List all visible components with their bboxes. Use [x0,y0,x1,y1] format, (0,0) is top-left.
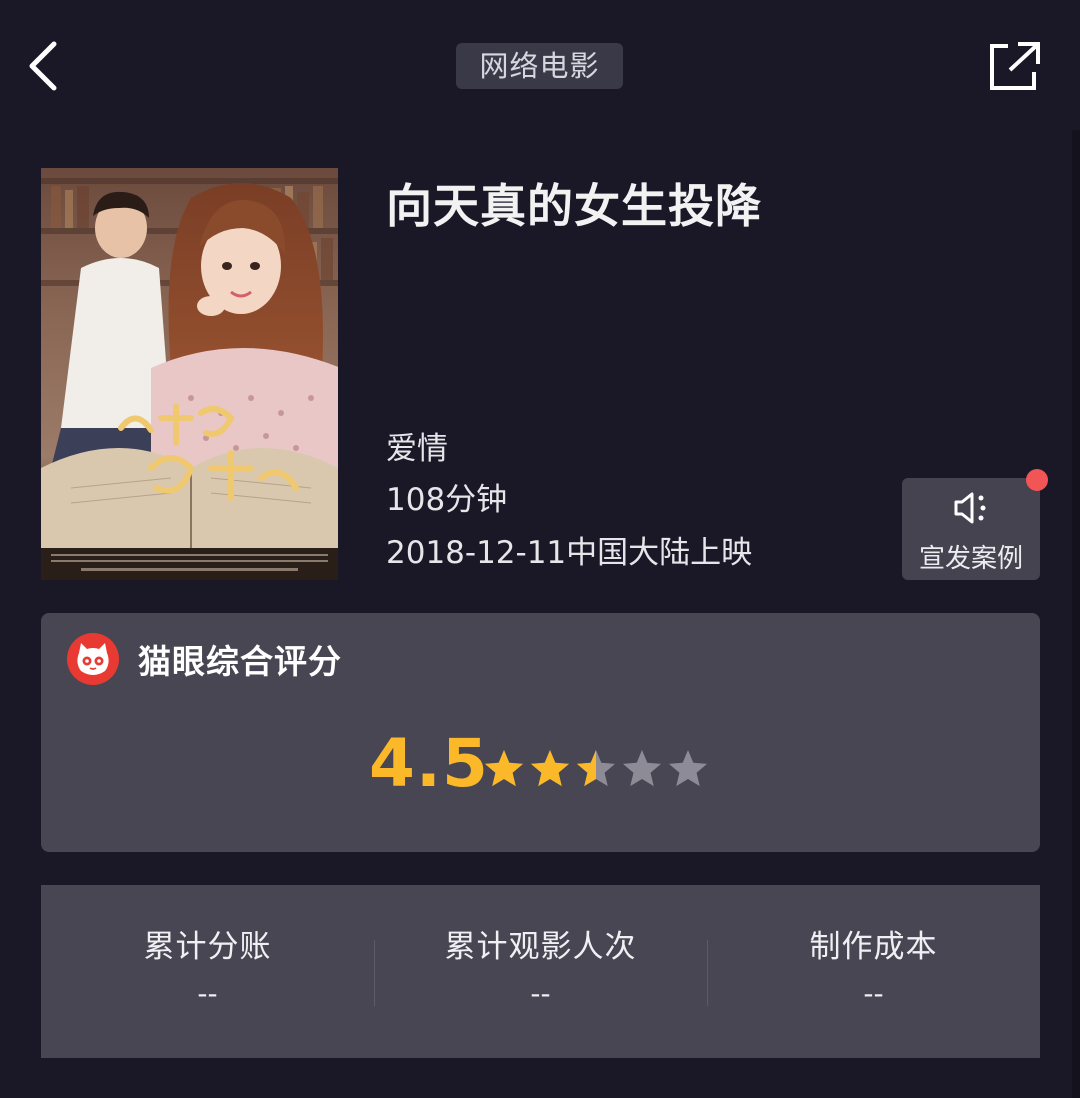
movie-title: 向天真的女生投降 [386,179,762,233]
movie-genre: 爱情 [386,431,448,467]
stat-total-revenue[interactable]: 累计分账 -- [41,885,374,1058]
rating-score: 4.5 [369,725,489,802]
maoyan-cat-icon [67,633,119,685]
movie-detail-page: 网络电影 向天真的女生投降 爱情 108分钟 2018-12-11中国大陆上映 … [0,0,1080,1098]
notification-dot [1026,469,1048,491]
movie-poster[interactable] [41,168,338,580]
share-button[interactable] [986,40,1044,94]
movie-release-date: 2018-12-11中国大陆上映 [386,535,753,571]
speaker-icon [954,492,986,524]
share-external-icon [990,42,1040,90]
chevron-left-icon [29,41,57,91]
scroll-edge [1072,130,1080,1098]
promo-case-label: 宣发案例 [918,544,1023,574]
stat-value: -- [530,977,551,1010]
back-button[interactable] [20,36,70,96]
stat-total-audience[interactable]: 累计观影人次 -- [374,885,707,1058]
box-office-stats: 累计分账 -- 累计观影人次 -- 制作成本 -- [41,885,1040,1058]
stat-label: 累计分账 [143,929,272,965]
star-empty-icon [668,750,708,787]
star-empty-icon [622,750,662,787]
stat-production-cost[interactable]: 制作成本 -- [707,885,1040,1058]
promo-case-button[interactable]: 宣发案例 [902,478,1040,580]
stat-value: -- [197,977,218,1010]
stat-value: -- [863,977,884,1010]
star-filled-icon [484,750,524,787]
star-filled-icon [530,750,570,787]
rating-card[interactable]: 猫眼综合评分 4.5 [41,613,1040,852]
movie-duration: 108分钟 [386,482,508,518]
rating-title: 猫眼综合评分 [138,642,342,681]
stat-label: 制作成本 [809,929,938,965]
star-rating [484,750,708,787]
movie-type-badge: 网络电影 [456,43,623,89]
poster-image [41,168,338,580]
stat-label: 累计观影人次 [444,929,637,965]
